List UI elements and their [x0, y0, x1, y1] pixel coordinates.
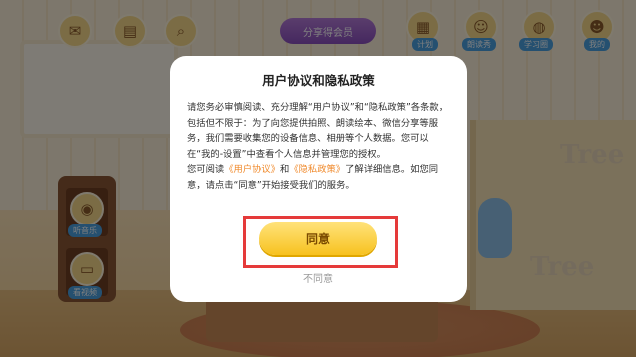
read-more-prefix: 您可阅读 — [187, 164, 225, 175]
disagree-label[interactable]: 不同意 — [303, 274, 333, 285]
read-more-and: 和 — [280, 164, 290, 175]
privacy-policy-link[interactable]: 《隐私政策》 — [289, 164, 345, 175]
read-more-paragraph: 您可阅读《用户协议》和《隐私政策》了解详细信息。如您同意，请点击“同意”开始接受… — [187, 162, 452, 193]
consent-paragraph: 请您务必审慎阅读、充分理解“用户协议”和“隐私政策”各条款，包括但不限于：为了向… — [187, 102, 448, 160]
agree-button[interactable]: 同意 — [259, 222, 377, 255]
disagree-button[interactable]: 不同意 — [0, 270, 636, 285]
user-agreement-link[interactable]: 《用户协议》 — [224, 164, 280, 175]
dialog-body: 请您务必审慎阅读、充分理解“用户协议”和“隐私政策”各条款，包括但不限于：为了向… — [187, 100, 452, 193]
dialog-title: 用户协议和隐私政策 — [262, 73, 375, 88]
